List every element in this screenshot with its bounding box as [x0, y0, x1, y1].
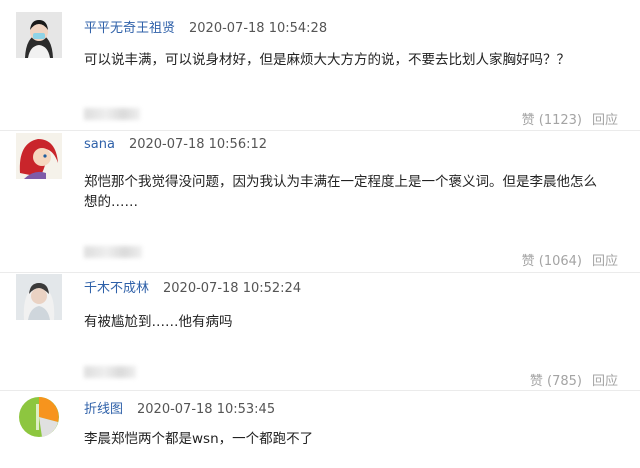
- blurred-region: [84, 246, 142, 258]
- like-label: 赞: [521, 254, 535, 269]
- like-button[interactable]: 赞 (785): [530, 374, 582, 389]
- comment-actions: 赞 (1123) 回应: [522, 109, 618, 128]
- like-count: (1064): [538, 254, 582, 269]
- timestamp: 2020-07-18 10:52:24: [163, 281, 302, 296]
- username-link[interactable]: sana: [84, 137, 115, 152]
- comment-actions: 赞 (785) 回应: [530, 370, 618, 389]
- comment-text: 可以说丰满，可以说身材好，但是麻烦大大方方的说，不要去比划人家胸好吗？？: [84, 52, 570, 68]
- like-count: (785): [547, 374, 582, 389]
- like-label: 赞: [521, 113, 535, 128]
- timestamp: 2020-07-18 10:53:45: [137, 402, 276, 417]
- like-count: (1123): [538, 113, 582, 128]
- comment-meta: 平平无奇王祖贤 2020-07-18 10:54:28: [84, 17, 327, 36]
- avatar[interactable]: [16, 394, 62, 440]
- comment-meta: 折线图 2020-07-18 10:53:45: [84, 398, 275, 417]
- divider: [0, 130, 640, 131]
- divider: [0, 390, 640, 391]
- timestamp: 2020-07-18 10:54:28: [189, 21, 328, 36]
- comment-actions: 赞 (1064) 回应: [522, 250, 618, 269]
- blurred-region: [84, 366, 136, 378]
- avatar[interactable]: [16, 274, 62, 320]
- comment-meta: sana 2020-07-18 10:56:12: [84, 137, 267, 152]
- avatar[interactable]: [16, 133, 62, 179]
- timestamp: 2020-07-18 10:56:12: [128, 137, 268, 152]
- reply-button[interactable]: 回应: [592, 254, 618, 269]
- avatar[interactable]: [16, 12, 62, 58]
- like-label: 赞: [529, 374, 543, 389]
- username-link[interactable]: 折线图: [84, 402, 123, 417]
- reply-button[interactable]: 回应: [592, 113, 618, 128]
- username-link[interactable]: 平平无奇王祖贤: [84, 21, 175, 36]
- comment-text: 郑恺那个我觉得没问题，因为我认为丰满在一定程度上是一个褒义词。但是李晨他怎么想的…: [84, 174, 597, 210]
- blurred-region: [84, 108, 140, 120]
- like-button[interactable]: 赞 (1123): [522, 113, 582, 128]
- comment-meta: 千木不成林 2020-07-18 10:52:24: [84, 277, 301, 296]
- like-button[interactable]: 赞 (1064): [522, 254, 582, 269]
- comment-text: 李晨郑恺两个都是wsn，一个都跑不了: [84, 431, 314, 447]
- divider: [0, 272, 640, 273]
- comment-text: 有被尴尬到……他有病吗: [84, 314, 233, 330]
- username-link[interactable]: 千木不成林: [84, 281, 149, 296]
- reply-button[interactable]: 回应: [592, 374, 618, 389]
